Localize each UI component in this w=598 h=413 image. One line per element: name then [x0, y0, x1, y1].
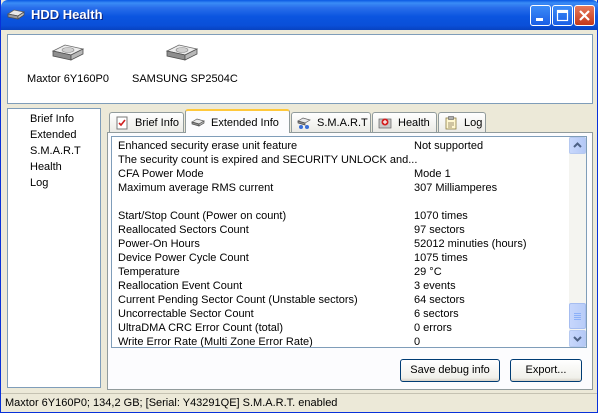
status-text: Maxtor 6Y160P0; 134,2 GB; [Serial: Y4329…: [5, 397, 338, 409]
info-row: Maximum average RMS current 307 Milliampe…: [118, 182, 568, 196]
scroll-thumb[interactable]: [569, 303, 586, 329]
info-key: Device Power Cycle Count: [118, 252, 249, 264]
nav-item-health[interactable]: Health: [30, 161, 62, 173]
tab-smart[interactable]: S.M.A.R.T: [291, 112, 371, 132]
vertical-scrollbar[interactable]: [569, 137, 586, 347]
info-value: 3 events: [414, 280, 456, 292]
info-row: The security count is expired and SECURI…: [118, 154, 568, 168]
chevron-down-icon: [573, 336, 582, 342]
minimize-button[interactable]: [530, 5, 551, 26]
hard-drive-icon: [165, 44, 199, 61]
info-row: UltraDMA CRC Error Count (total) 0 errors: [118, 322, 568, 336]
status-bar: Maxtor 6Y160P0; 134,2 GB; [Serial: Y4329…: [1, 393, 597, 412]
info-key: Write Error Rate (Multi Zone Error Rate): [118, 336, 313, 348]
info-value: 97 sectors: [414, 224, 465, 236]
drive-label: SAMSUNG SP2504C: [132, 73, 238, 85]
info-value: 52012 minuties (hours): [414, 238, 527, 250]
health-icon: [378, 118, 392, 129]
info-key: Reallocation Event Count: [118, 280, 243, 292]
info-key: UltraDMA CRC Error Count (total): [118, 322, 284, 334]
nav-item-brief-info[interactable]: Brief Info: [30, 113, 74, 125]
info-row: CFA Power Mode Mode 1: [118, 168, 568, 182]
save-debug-info-button[interactable]: Save debug info: [400, 359, 500, 382]
title-bar[interactable]: HDD Health: [1, 0, 598, 30]
hard-drive-icon: [51, 44, 85, 61]
nav-item-extended[interactable]: Extended: [30, 129, 76, 141]
info-row: Write Error Rate (Multi Zone Error Rate)…: [118, 336, 568, 348]
tab-label: Brief Info: [135, 117, 180, 129]
info-key: Uncorrectable Sector Count: [118, 308, 254, 320]
info-key: The security count is expired and SECURI…: [118, 154, 418, 166]
info-row: Reallocation Event Count 3 events: [118, 280, 568, 294]
extended-info-panel: Enhanced security erase unit feature Not …: [107, 132, 593, 390]
info-value: 1070 times: [414, 210, 468, 222]
info-row: Enhanced security erase unit feature Not …: [118, 140, 568, 154]
info-row: Uncorrectable Sector Count 6 sectors: [118, 308, 568, 322]
scroll-down-button[interactable]: [569, 330, 586, 347]
close-icon: [579, 10, 590, 21]
drive-list: Maxtor 6Y160P0 SAMSUNG SP2504C: [7, 34, 593, 104]
tab-extended-info[interactable]: Extended Info: [185, 109, 290, 133]
tab-log[interactable]: Log: [438, 112, 486, 132]
log-icon: [445, 116, 457, 130]
drive-item-maxtor[interactable]: Maxtor 6Y160P0: [26, 41, 110, 85]
info-key: Maximum average RMS current: [118, 182, 274, 194]
info-value: Not supported: [414, 140, 484, 152]
info-key: Temperature: [118, 266, 180, 278]
extended-info-list[interactable]: Enhanced security erase unit feature Not …: [111, 136, 587, 348]
checklist-icon: [116, 116, 128, 130]
info-row: Reallocated Sectors Count 97 sectors: [118, 224, 568, 238]
info-row: Start/Stop Count (Power on count) 1070 ti…: [118, 210, 568, 224]
drive-label: Maxtor 6Y160P0: [27, 73, 109, 85]
info-value: 307 Milliamperes: [414, 182, 498, 194]
info-value: 1075 times: [414, 252, 468, 264]
tab-brief-info[interactable]: Brief Info: [109, 112, 184, 132]
close-button[interactable]: [574, 5, 595, 26]
info-key: CFA Power Mode: [118, 168, 204, 180]
app-window: HDD Health Maxtor 6Y160P0 SAMSUNG SP2504…: [0, 0, 598, 413]
chevron-up-icon: [573, 142, 582, 148]
nav-item-smart[interactable]: S.M.A.R.T: [30, 145, 81, 157]
info-row: Power-On Hours 52012 minuties (hours): [118, 238, 568, 252]
tab-label: Extended Info: [211, 117, 279, 129]
tab-control: Brief Info Extended Info S.M.A.R.T Healt…: [107, 108, 593, 390]
info-key: Start/Stop Count (Power on count): [118, 210, 287, 222]
network-drive-icon: [297, 117, 311, 129]
hard-drive-icon: [7, 9, 25, 20]
info-value: 0: [414, 336, 421, 348]
info-row-blank: [118, 196, 568, 210]
window-title: HDD Health: [31, 7, 103, 22]
sidebar-nav: Brief Info Extended S.M.A.R.T Health Log: [7, 108, 101, 388]
info-row: Current Pending Sector Count (Unstable s…: [118, 294, 568, 308]
tab-label: Health: [398, 117, 430, 129]
scroll-up-button[interactable]: [569, 137, 586, 154]
info-value: 0 errors: [414, 322, 452, 334]
info-key: Current Pending Sector Count (Unstable s…: [118, 294, 358, 306]
info-key: Reallocated Sectors Count: [118, 224, 249, 236]
drive-icon: [191, 118, 205, 127]
info-row: Device Power Cycle Count 1075 times: [118, 252, 568, 266]
info-key: Enhanced security erase unit feature: [118, 140, 298, 152]
drive-item-samsung[interactable]: SAMSUNG SP2504C: [132, 41, 238, 85]
minimize-icon: [536, 18, 543, 21]
info-value: 6 sectors: [414, 308, 459, 320]
info-value: Mode 1: [414, 168, 451, 180]
export-button[interactable]: Export...: [510, 359, 582, 382]
info-value: 29 °C: [414, 266, 442, 278]
info-row: Temperature 29 °C: [118, 266, 568, 280]
tab-label: Log: [464, 117, 483, 129]
info-key: Power-On Hours: [118, 238, 200, 250]
nav-item-log[interactable]: Log: [30, 177, 48, 189]
tab-health[interactable]: Health: [372, 112, 437, 132]
info-value: 64 sectors: [414, 294, 465, 306]
tab-label: S.M.A.R.T: [317, 117, 368, 129]
maximize-icon: [556, 9, 569, 22]
maximize-button[interactable]: [552, 5, 573, 26]
